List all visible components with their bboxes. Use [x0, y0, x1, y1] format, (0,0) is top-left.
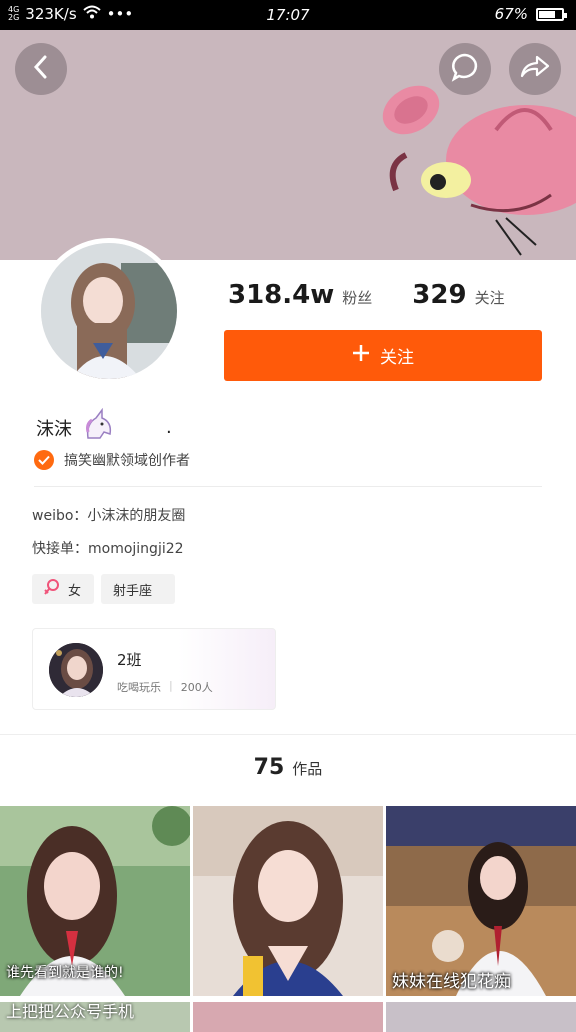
- group-title: 2班: [117, 651, 142, 669]
- back-button[interactable]: [15, 43, 67, 95]
- video-thumbnail[interactable]: [386, 1002, 576, 1032]
- fans-label[interactable]: 粉丝: [342, 287, 372, 308]
- video-thumbnail[interactable]: 谁先看到就是谁的!: [0, 806, 190, 996]
- video-caption: 上把把公众号手机: [6, 1002, 135, 1021]
- works-header[interactable]: 75 作品: [0, 755, 576, 780]
- group-card[interactable]: 2班 吃喝玩乐 | 200人: [32, 628, 276, 710]
- bio-weibo: weibo：小沫沫的朋友圈: [32, 508, 186, 524]
- fans-count[interactable]: 318.4w: [228, 280, 334, 310]
- female-icon: [44, 578, 60, 600]
- stats-row: 318.4w 粉丝 329 关注: [228, 280, 505, 310]
- zodiac-tag: 射手座: [101, 574, 175, 604]
- clock: 17:07: [266, 6, 310, 24]
- gender-label: 女: [68, 583, 82, 599]
- video-grid: 谁先看到就是谁的! 妹妹在线犯花痴 上把把公众号手机: [0, 806, 576, 1032]
- battery-percent: 67%: [494, 5, 528, 23]
- group-meta: 吃喝玩乐 | 200人: [117, 679, 213, 694]
- unicorn-icon: [82, 407, 116, 447]
- bio-kuaishou: 快接单：momojingji22: [32, 541, 184, 557]
- pink-panther-illustration: [382, 85, 576, 256]
- group-avatar: [49, 643, 103, 697]
- video-thumbnail[interactable]: 妹妹在线犯花痴: [386, 806, 576, 996]
- video-caption: 妹妹在线犯花痴: [392, 972, 511, 992]
- profile-banner: [0, 30, 576, 260]
- verified-badge: 搞笑幽默领域创作者: [34, 450, 190, 470]
- video-thumbnail[interactable]: 上把把公众号手机: [0, 1002, 190, 1032]
- back-arrow-icon: [31, 54, 51, 84]
- verified-check-icon: [34, 450, 54, 470]
- group-member-count: 200人: [180, 681, 213, 694]
- username: 沫沫: [36, 418, 72, 440]
- works-label: 作品: [292, 760, 323, 778]
- section-divider: [0, 734, 576, 735]
- gender-tag: 女: [32, 574, 94, 604]
- works-count: 75: [253, 755, 285, 780]
- profile-avatar[interactable]: [36, 238, 182, 384]
- plus-icon: [352, 344, 370, 367]
- divider: [34, 486, 542, 487]
- follow-button-label: 关注: [380, 348, 414, 368]
- group-tag: 吃喝玩乐: [117, 681, 161, 694]
- battery-icon: [536, 7, 567, 21]
- video-caption: 谁先看到就是谁的!: [6, 965, 124, 981]
- follow-button[interactable]: 关注: [224, 330, 542, 381]
- status-bar: 4G 2G 323K/s ••• 17:07 67%: [0, 0, 576, 30]
- following-count[interactable]: 329: [412, 280, 466, 310]
- following-label[interactable]: 关注: [475, 287, 505, 308]
- username-suffix: .: [166, 417, 172, 438]
- verified-text: 搞笑幽默领域创作者: [64, 453, 190, 469]
- video-thumbnail[interactable]: [193, 806, 383, 996]
- video-thumbnail[interactable]: [193, 1002, 383, 1032]
- username-row: 沫沫 .: [36, 407, 172, 447]
- zodiac-label: 射手座: [113, 583, 153, 599]
